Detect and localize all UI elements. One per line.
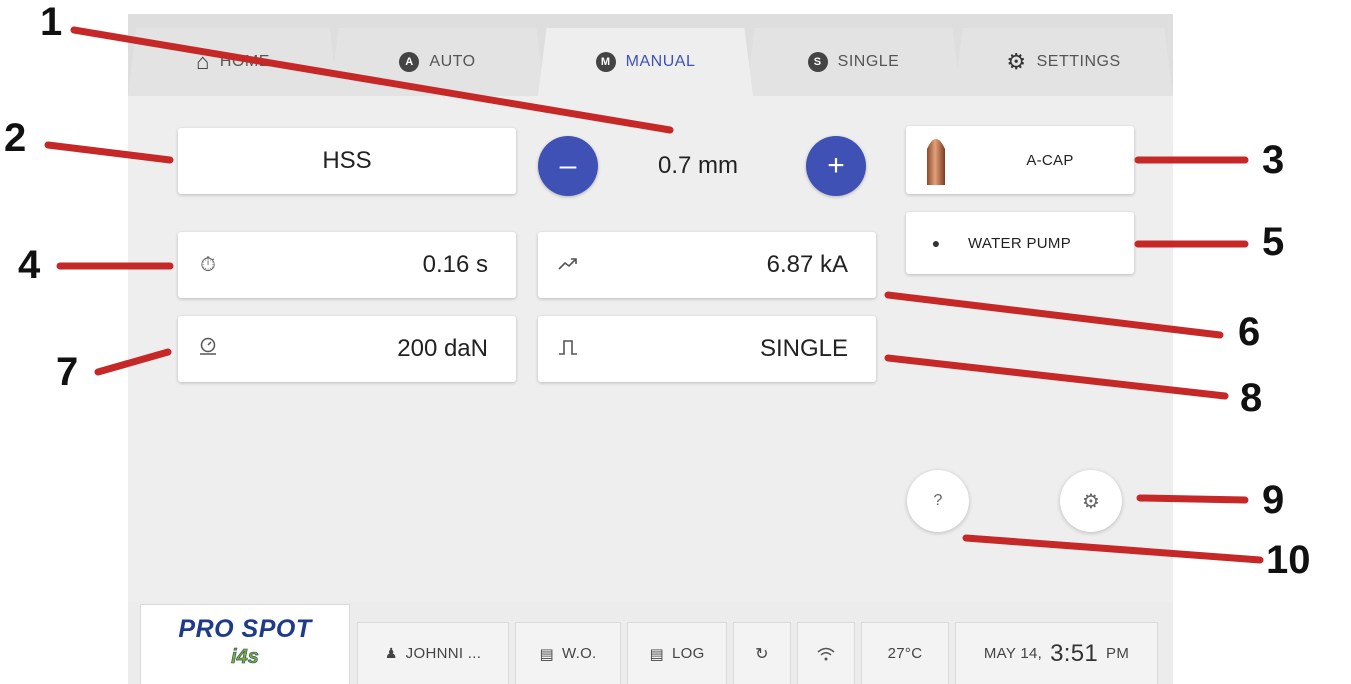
manual-icon: M xyxy=(595,52,616,72)
work-order-label: W.O. xyxy=(561,645,597,662)
tab-settings[interactable]: ⚙ SETTINGS xyxy=(954,28,1173,96)
minus-icon: – xyxy=(559,149,577,182)
pulse-mode-field[interactable]: SINGLE xyxy=(538,316,876,382)
material-label: HSS xyxy=(322,147,372,174)
tab-manual[interactable]: M MANUAL xyxy=(538,28,753,96)
thickness-decrease-button[interactable]: – xyxy=(538,136,598,196)
thickness-increase-button[interactable]: + xyxy=(806,136,866,196)
cap-selector[interactable]: A-CAP xyxy=(906,126,1134,194)
sync-button[interactable]: ↻ xyxy=(733,622,791,684)
electrode-cap-icon xyxy=(906,135,966,185)
callout-10: 10 xyxy=(1266,538,1311,582)
prospot-logo: PRO SPOT i4s xyxy=(140,604,350,684)
status-bar: PRO SPOT i4s ♟ JOHNNI ... ▤ W.O. ▤ LOG ↻… xyxy=(128,602,1173,684)
weld-force-value: 200 daN xyxy=(397,335,488,362)
stopwatch-icon: ⏱ xyxy=(200,253,216,276)
gauge-icon xyxy=(178,336,238,362)
callout-3: 3 xyxy=(1262,138,1285,182)
water-pump-label: WATER PUMP xyxy=(968,234,1071,252)
single-icon: S xyxy=(807,52,828,72)
pulse-mode-value: SINGLE xyxy=(759,335,848,362)
wifi-icon xyxy=(817,647,835,660)
temperature-status: 27°C xyxy=(861,622,949,684)
tab-auto[interactable]: A AUTO xyxy=(330,28,545,96)
tab-label: SINGLE xyxy=(837,53,900,70)
user-name: JOHNNI ... xyxy=(405,645,482,662)
tab-bar: ⌂ HOME A AUTO M MANUAL S SINGLE ⚙ SETTIN… xyxy=(128,14,1173,96)
tab-label: AUTO xyxy=(429,53,476,70)
document-icon: ▤ xyxy=(649,645,664,663)
work-order-button[interactable]: ▤ W.O. xyxy=(515,622,621,684)
gear-icon: ⚙ xyxy=(1082,490,1100,513)
help-icon: ? xyxy=(933,492,943,509)
ampm-value: PM xyxy=(1106,645,1130,662)
tab-label: HOME xyxy=(219,53,270,70)
device-screen: ⌂ HOME A AUTO M MANUAL S SINGLE ⚙ SETTIN… xyxy=(128,14,1173,684)
home-icon: ⌂ xyxy=(196,49,210,74)
material-selector[interactable]: HSS xyxy=(178,128,516,194)
time-value: 3:51 xyxy=(1050,639,1099,667)
weld-time-value: 0.16 s xyxy=(422,251,488,278)
log-button[interactable]: ▤ LOG xyxy=(627,622,727,684)
callout-9: 9 xyxy=(1262,478,1285,522)
callout-8: 8 xyxy=(1240,376,1263,420)
callout-6: 6 xyxy=(1238,310,1261,354)
tab-single[interactable]: S SINGLE xyxy=(746,28,961,96)
tab-label: SETTINGS xyxy=(1036,53,1121,70)
weld-current-value: 6.87 kA xyxy=(766,251,848,278)
callout-7: 7 xyxy=(56,350,79,394)
callout-1: 1 xyxy=(40,0,63,44)
weld-force-field[interactable]: 200 daN xyxy=(178,316,516,382)
callout-5: 5 xyxy=(1262,220,1285,264)
water-drop-icon: ● xyxy=(931,235,941,251)
weld-current-field[interactable]: 6.87 kA xyxy=(538,232,876,298)
clipboard-icon: ▤ xyxy=(539,645,554,663)
user-icon: ♟ xyxy=(384,645,398,661)
pulse-icon xyxy=(538,338,598,361)
trend-up-icon xyxy=(538,254,598,277)
logo-wordmark: PRO SPOT xyxy=(178,615,312,643)
quick-settings-button[interactable]: ⚙ xyxy=(1060,470,1122,532)
tab-home[interactable]: ⌂ HOME xyxy=(128,28,338,96)
thickness-value: 0.7 mm xyxy=(657,152,738,179)
cap-label: A-CAP xyxy=(1026,151,1074,169)
temperature-value: 27°C xyxy=(887,645,923,662)
gear-icon: ⚙ xyxy=(1006,49,1027,74)
callout-2: 2 xyxy=(4,116,27,160)
logo-badge: i4s xyxy=(231,646,259,669)
help-button[interactable]: ? xyxy=(907,470,969,532)
weld-time-field[interactable]: ⏱ 0.16 s xyxy=(178,232,516,298)
callout-4: 4 xyxy=(18,243,41,287)
user-button[interactable]: ♟ JOHNNI ... xyxy=(357,622,509,684)
date-value: MAY 14, xyxy=(983,645,1043,662)
sync-icon: ↻ xyxy=(755,645,769,663)
auto-icon: A xyxy=(399,52,420,72)
plus-icon: + xyxy=(827,149,845,182)
log-label: LOG xyxy=(671,645,705,662)
wifi-status[interactable] xyxy=(797,622,855,684)
clock: MAY 14, 3:51 PM xyxy=(955,622,1158,684)
tab-label: MANUAL xyxy=(625,53,696,70)
water-pump-toggle[interactable]: ● WATER PUMP xyxy=(906,212,1134,274)
